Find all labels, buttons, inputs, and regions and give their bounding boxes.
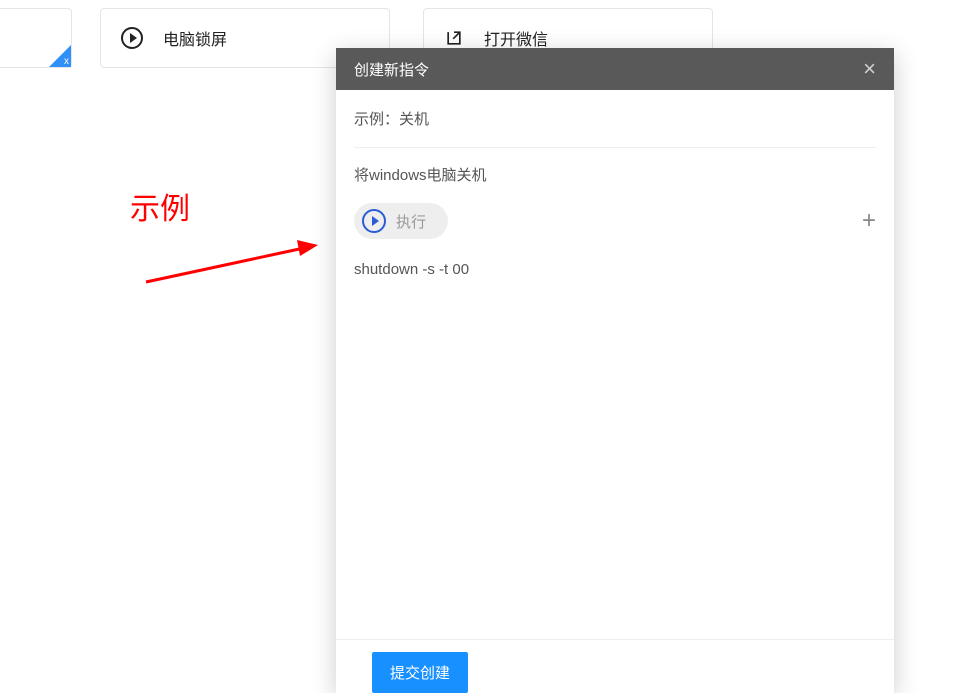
add-step-button[interactable]: +	[862, 207, 876, 235]
card-label: 打开微信	[484, 26, 548, 50]
command-input[interactable]: shutdown -s -t 00	[354, 245, 876, 639]
exec-label: 执行	[396, 211, 426, 232]
description-input[interactable]: 将windows电脑关机	[354, 148, 876, 203]
play-icon	[362, 209, 386, 233]
card-label: 电脑锁屏	[163, 26, 227, 50]
modal-title: 创建新指令	[354, 59, 429, 80]
card-selected-partial[interactable]: x	[0, 8, 72, 68]
close-icon[interactable]: ×	[863, 58, 876, 80]
exec-type-pill[interactable]: 执行	[354, 203, 448, 239]
open-external-icon	[444, 28, 464, 48]
submit-button[interactable]: 提交创建	[372, 652, 468, 693]
name-input[interactable]: 示例：关机	[354, 90, 876, 148]
modal-header: 创建新指令 ×	[336, 48, 894, 90]
create-command-modal: 创建新指令 × 示例：关机 将windows电脑关机 执行 + shutdown…	[336, 48, 894, 693]
modal-footer: 提交创建	[354, 640, 876, 693]
annotation-label: 示例	[130, 184, 190, 228]
close-badge-icon: x	[64, 57, 69, 67]
action-type-row: 执行 +	[354, 203, 876, 245]
play-icon	[121, 27, 143, 49]
modal-body: 示例：关机 将windows电脑关机 执行 + shutdown -s -t 0…	[336, 90, 894, 693]
annotation-arrow-icon	[142, 238, 322, 286]
